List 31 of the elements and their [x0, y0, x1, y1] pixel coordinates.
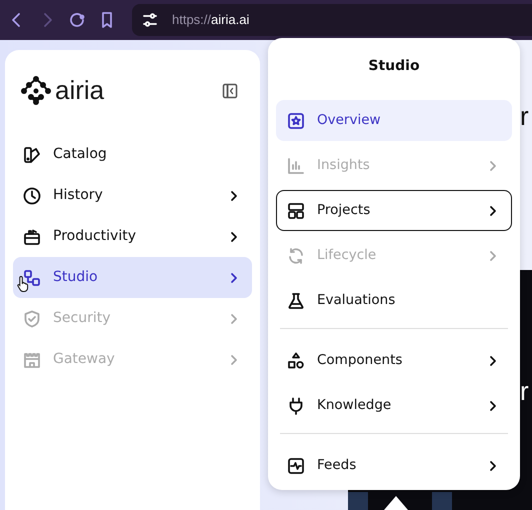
site-settings-icon[interactable] [142, 12, 158, 28]
menu-item[interactable]: Overview [276, 100, 512, 141]
refresh-icon [287, 246, 305, 264]
briefcase-icon [23, 228, 41, 246]
shapes-icon [287, 352, 305, 370]
reload-icon [68, 11, 86, 29]
airia-logo: airia [21, 75, 104, 105]
sidebar-item[interactable]: Catalog [13, 134, 252, 175]
workflow-icon [23, 268, 41, 286]
bar-chart-icon [287, 156, 305, 174]
menu-item[interactable]: Components [276, 340, 512, 381]
clock-icon [23, 186, 41, 204]
activity-icon [287, 456, 305, 474]
menu-item[interactable]: Knowledge [276, 385, 512, 426]
castle-icon [23, 350, 41, 368]
sidebar-item[interactable]: Studio [13, 257, 252, 298]
hand-cursor-icon [17, 275, 31, 293]
heading-text: r [520, 103, 529, 129]
plug-icon [287, 396, 305, 414]
heading-text: r [520, 378, 529, 404]
address-bar[interactable]: https://airia.ai [132, 4, 532, 36]
menu-item[interactable]: Feeds [276, 445, 512, 486]
flask-icon [287, 292, 305, 310]
sidebar-item[interactable]: History [13, 175, 252, 216]
sidebar-item[interactable]: Productivity [13, 216, 252, 257]
menu-item[interactable]: Projects [276, 190, 512, 231]
menu-item[interactable]: Evaluations [276, 280, 512, 321]
layout-icon [287, 202, 305, 220]
shield-icon [23, 310, 41, 328]
menu-title: Studio [367, 57, 421, 76]
sidebar-toggle-icon [222, 82, 238, 99]
